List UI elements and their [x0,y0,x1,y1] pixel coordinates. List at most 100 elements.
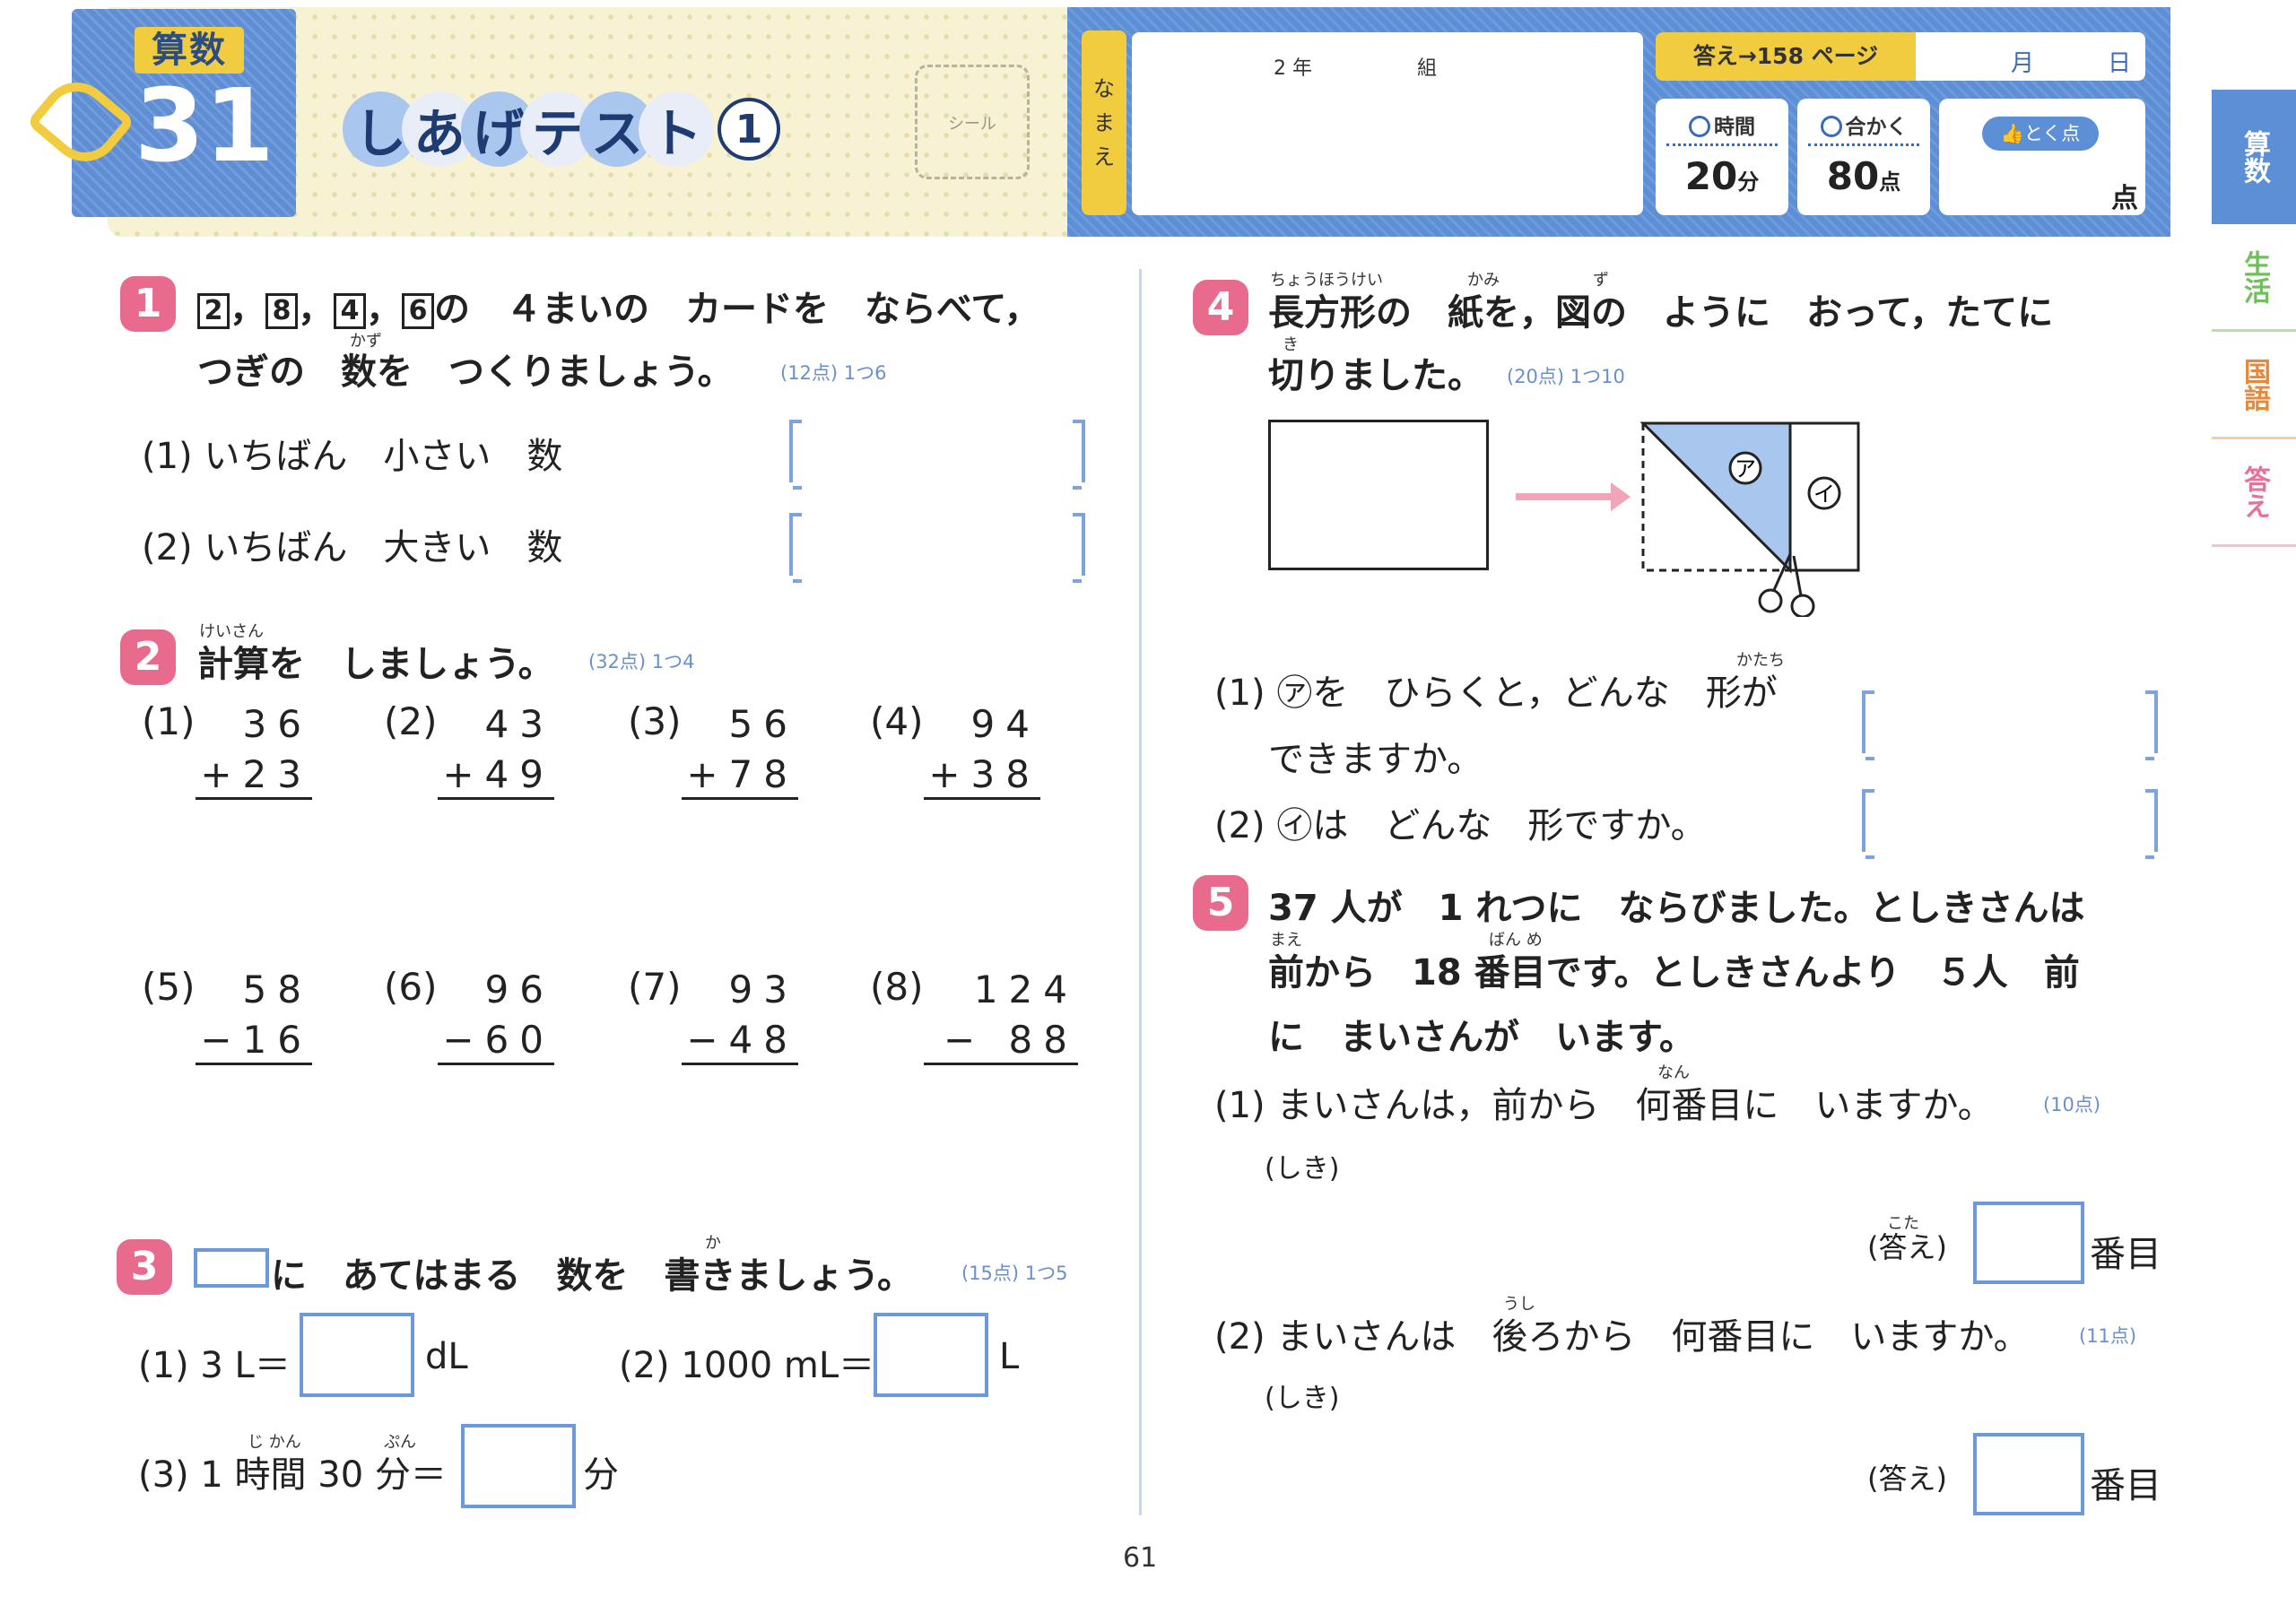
q4-part-1-line-2: できますか。 [1268,739,1483,780]
number-card: 8 [265,293,298,329]
answer-unit: 番目 [2090,1465,2161,1506]
points-note: (20点) 1つ10 [1507,366,1625,387]
question-number: 5 [1193,875,1248,931]
number-card: 4 [334,293,366,329]
q3-part-3-label: (3) 1 時間 30 分＝ [138,1454,447,1496]
blank-box-sample [194,1248,269,1288]
question-2-text: 計算を しましょう。 [197,644,554,685]
calc-problem: (1) 36 +23 [142,699,312,800]
scissors-icon [1758,553,1815,617]
answer-box[interactable] [1973,1202,2084,1284]
question-5-line-3: に まいさんが います。 [1268,1017,1695,1058]
answer-page-reference: 答え→158 ページ [1656,32,1916,81]
question-1-line-2: つぎの 数を つくりましょう。 [197,352,734,393]
title-char: ト [639,91,714,167]
question-4-line-2: 切りました。 [1268,355,1483,396]
name-label: な ま え [1082,30,1126,215]
answer-unit: 番目 [2090,1234,2161,1275]
lesson-number: 31 [135,68,274,185]
tab-life[interactable]: 生活 [2212,224,2296,332]
time-value: 20 [1684,154,1738,198]
question-1-line-1: 2， 8， 4， 6 の ４まいの カードを ならべて， [197,280,1040,332]
subject-chip: 算数 [135,27,244,74]
tab-math[interactable]: 算数 [2212,90,2296,224]
day-label: 日 [2108,50,2132,77]
answer-label: (答え) [1867,1230,1947,1264]
q5-part-2: (2) まいさんは 後ろから 何番目に いますか。 [1214,1316,2030,1358]
thumbs-up-icon: 👍 [2000,123,2024,144]
calc-problem: (6) 96 −60 [384,965,554,1065]
answer-box[interactable] [461,1424,576,1508]
question-number: 3 [117,1239,172,1295]
tab-japanese[interactable]: 国語 [2212,332,2296,439]
q1-part-1-label: (1) いちばん 小さい 数 [142,436,563,477]
month-label: 月 [2011,50,2035,77]
q3-part-1-label: (1) 3 L＝ [138,1345,291,1386]
answer-bracket[interactable] [1862,789,2158,859]
pass-label: 合かく [1845,116,1908,139]
name-label-char: ま [1093,110,1115,135]
pass-value: 80 [1826,154,1880,198]
question-5-line-1: 37 人が 1 れつに ならびました。としきさんは [1268,888,2085,929]
test-number-badge: 1 [718,98,780,161]
q3-part-3-unit: 分 [583,1454,619,1496]
score-unit: 点 [2111,183,2138,214]
calc-problem: (7) 93 −48 [628,965,798,1065]
answer-box[interactable] [300,1313,414,1397]
pass-unit: 点 [1879,169,1901,195]
q1-part-2-label: (2) いちばん 大きい 数 [142,527,563,568]
page-title: し あ げ テ ス ト 1 [343,86,780,172]
triangle-a-shape [1639,421,1792,574]
points-note: (11点) [2079,1325,2137,1347]
pass-card: 合かく 80点 [1797,99,1930,215]
number-card: 6 [402,293,434,329]
answer-bracket[interactable] [789,513,1085,583]
q4-part-2: (2) ㋑は どんな 形ですか。 [1214,805,1707,846]
calc-problem: (4) 94 +38 [870,699,1040,800]
number-card: 2 [197,293,230,329]
time-card: 時間 20分 [1656,99,1788,215]
points-note: (15点) 1つ5 [961,1263,1068,1284]
q5-part-1: (1) まいさんは，前から 何番目に いますか。 [1214,1085,1994,1126]
tab-answers[interactable]: 答え [2212,439,2296,547]
clock-icon [1689,116,1710,137]
rectangle-paper-figure [1268,420,1489,570]
name-field[interactable] [1132,32,1643,215]
calc-problem: (8) 124− 88 [870,965,1078,1065]
answer-bracket[interactable] [1862,690,2158,760]
column-divider [1139,269,1142,1515]
folded-paper-figure: ア イ [1639,421,1860,617]
name-label-char: な [1093,76,1115,101]
answer-box[interactable] [874,1313,988,1397]
sticker-box[interactable]: シール [915,65,1030,179]
answer-box[interactable] [1973,1433,2084,1515]
formula-label: (しき) [1265,1153,1340,1185]
answer-bracket[interactable] [789,420,1085,490]
points-note: (10点) [2043,1094,2101,1115]
flower-icon [1820,116,1842,137]
q3-part-2-label: (2) 1000 mL＝ [619,1345,875,1386]
question-4-line-1: 長方形の 紙を，図の ように おって，たてに [1268,292,2054,334]
page-number: 61 [1123,1542,1158,1574]
label-a: ア [1735,456,1756,482]
calc-problem: (5) 58 −16 [142,965,312,1065]
class-label: 組 [1417,57,1438,80]
name-label-char: え [1093,144,1115,169]
arrow-icon [1516,482,1631,511]
score-label: 👍とく点 [1982,117,2099,151]
q3-part-2-unit: L [999,1336,1020,1377]
question-number: 2 [120,629,176,685]
calc-problem: (3) 56 +78 [628,699,798,800]
q3-part-1-unit: dL [425,1336,468,1377]
calc-problem: (2) 43 +49 [384,699,554,800]
points-note: (12点) 1つ6 [780,362,887,384]
question-3-text: に あてはまる 数を 書きましょう。 [271,1255,913,1297]
formula-label: (しき) [1265,1383,1340,1414]
points-note: (32点) 1つ4 [588,651,695,673]
side-tabs: 算数 生活 国語 答え [2212,90,2296,610]
time-label: 時間 [1714,116,1755,139]
question-number: 4 [1193,280,1248,335]
label-i: イ [1813,482,1835,507]
ruby: かたち [1736,651,1785,670]
question-number: 1 [120,276,176,332]
